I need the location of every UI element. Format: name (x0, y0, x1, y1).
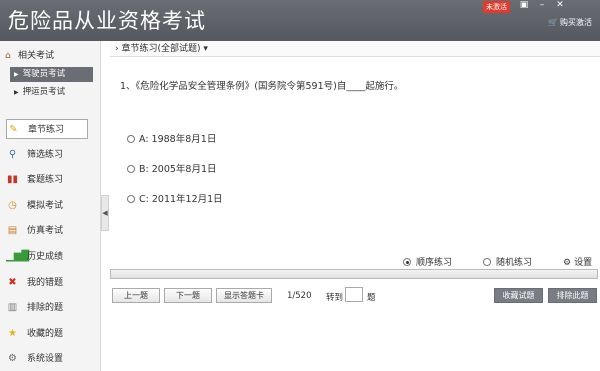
sequential-mode-radio[interactable] (403, 258, 411, 266)
settings-link[interactable]: ⚙ 设置 (563, 255, 592, 268)
chevron-right-icon: ▶ (14, 89, 19, 96)
breadcrumb[interactable]: › 章节练习(全部试题) ▾ (110, 41, 600, 57)
sidebar: ⌂ 相关考试 ▶ 驾驶员考试 ▶ 押运员考试 ✎ 章节练习 ⚲ 筛选练习 ▮▮ 套题练习 ◷… (0, 41, 101, 371)
chevron-right-icon: ▶ (14, 71, 19, 78)
page-indicator: 1/520 (287, 291, 312, 301)
magnifier-icon: ⚲ (8, 149, 17, 160)
sidebar-item-driver-exam[interactable]: ▶ 驾驶员考试 (10, 67, 93, 82)
goto-label: 转到 (326, 293, 344, 303)
sidebar-item-escort-exam[interactable]: ▶ 押运员考试 (10, 85, 93, 100)
option-b-radio[interactable] (127, 165, 135, 173)
random-mode-radio[interactable] (483, 258, 491, 266)
prev-question-button[interactable]: 上一题 (112, 288, 160, 303)
progress-bar (110, 269, 598, 279)
nav-set-practice[interactable]: ▮▮ 套题练习 (6, 170, 88, 190)
window-restore-button[interactable]: ▣ (518, 1, 530, 10)
nav-favorite-questions[interactable]: ★ 收藏的题 (6, 324, 88, 344)
sidebar-section-title: ⌂ 相关考试 (5, 51, 55, 61)
nav-mock-exam[interactable]: ◷ 模拟考试 (6, 196, 88, 216)
breadcrumb-label: 章节练习(全部试题) (121, 44, 201, 54)
main-panel: › 章节练习(全部试题) ▾ 1、《危险化学品安全管理条例》(国务院令第591号… (110, 41, 600, 371)
nav-wrong-questions[interactable]: ✖ 我的错题 (6, 273, 88, 293)
clock-icon: ◷ (8, 200, 17, 211)
activation-badge[interactable]: 未激活 (483, 1, 510, 13)
nav-excluded-questions[interactable]: ▥ 排除的题 (6, 298, 88, 318)
option-a-radio[interactable] (127, 135, 135, 143)
app-title: 危险品从业资格考试 (8, 9, 206, 33)
question-text: 1、《危险化学品安全管理条例》(国务院令第591号)自____起施行。 (120, 81, 404, 92)
option-c[interactable]: C: 2011年12月1日 (127, 191, 223, 205)
next-question-button[interactable]: 下一题 (164, 288, 212, 303)
trash-icon: ▥ (7, 302, 18, 313)
red-x-icon: ✖ (8, 277, 17, 288)
favorite-question-button[interactable]: 收藏试题 (494, 288, 543, 303)
option-c-radio[interactable] (127, 195, 135, 203)
gear-icon: ⚙ (8, 353, 17, 364)
window-close-button[interactable]: ✕ (554, 1, 566, 10)
books-icon: ▮▮ (6, 174, 18, 185)
random-mode-option[interactable]: 随机练习 (483, 255, 532, 268)
buy-activate-link[interactable]: 🛒 购买激活 (548, 17, 592, 28)
goto-unit-label: 题 (367, 293, 376, 303)
nav-filter-practice[interactable]: ⚲ 筛选练习 (6, 145, 88, 165)
cart-icon: 🛒 (548, 18, 558, 27)
sequential-mode-option[interactable]: 顺序练习 (403, 255, 452, 268)
bar-chart-icon: ▁▆█ (6, 251, 30, 262)
pencil-icon: ✎ (9, 124, 18, 135)
nav-system-settings[interactable]: ⚙ 系统设置 (6, 349, 88, 369)
sidebar-collapse-handle[interactable]: ◀ (101, 195, 109, 231)
option-a[interactable]: A: 1988年8月1日 (127, 131, 216, 145)
buy-activate-label: 购买激活 (559, 18, 592, 27)
star-icon: ★ (8, 328, 17, 339)
dropdown-arrow-icon: ▾ (203, 44, 208, 54)
answer-card-button[interactable]: 显示答题卡 (216, 288, 272, 303)
goto-question-input[interactable] (345, 287, 363, 302)
option-b[interactable]: B: 2005年8月1日 (127, 161, 217, 175)
nav-simulation-exam[interactable]: ▤ 仿真考试 (6, 221, 88, 241)
gear-icon: ⚙ (563, 258, 572, 268)
home-icon: ⌂ (5, 51, 11, 61)
exclude-question-button[interactable]: 排除此题 (548, 288, 597, 303)
chevron-right-icon: › (115, 44, 119, 54)
nav-history-scores[interactable]: ▁▆█历史成绩 (6, 247, 88, 267)
document-icon: ▤ (7, 225, 18, 236)
title-bar: 危险品从业资格考试 未激活 ▣ – ✕ 🛒 购买激活 (0, 0, 600, 41)
nav-chapter-practice[interactable]: ✎ 章节练习 (6, 119, 88, 139)
window-minimize-button[interactable]: – (536, 1, 548, 10)
